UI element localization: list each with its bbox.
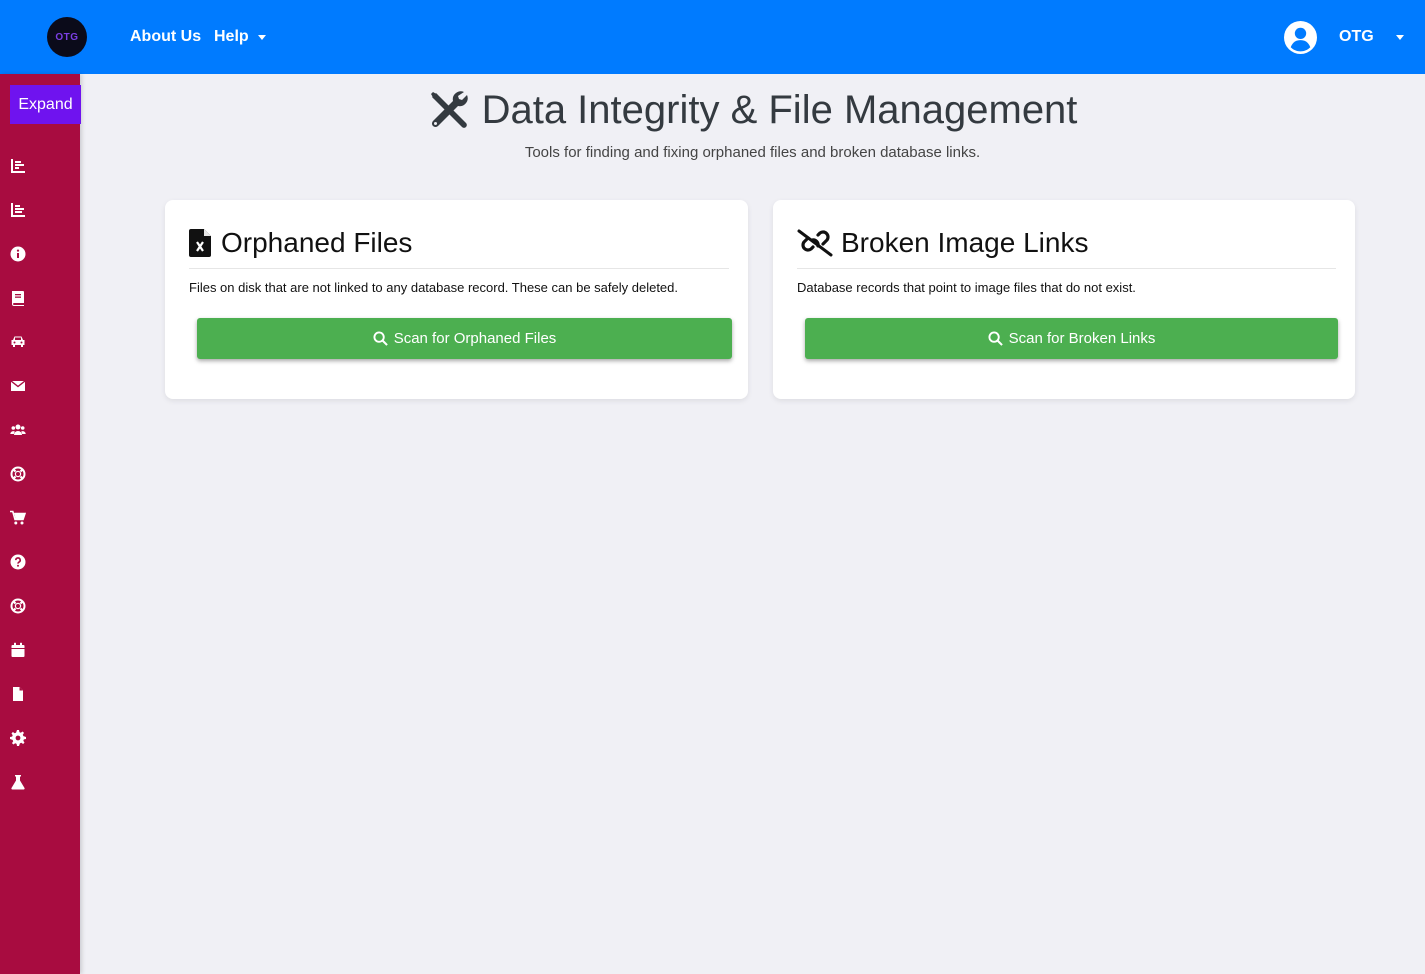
nav-help-dropdown[interactable]: Help [214,28,266,46]
car-icon[interactable] [9,333,27,351]
page-header: Data Integrity & File Management Tools f… [80,84,1425,161]
nav-help-label: Help [214,28,249,45]
file-icon[interactable] [9,685,27,703]
page-title: Data Integrity & File Management [428,84,1078,136]
card-divider [797,268,1336,269]
broken-image-links-title: Broken Image Links [797,227,1088,259]
book-icon[interactable] [9,289,27,307]
scan-orphaned-files-button[interactable]: Scan for Orphaned Files [197,318,732,359]
search-icon [988,331,1003,346]
orphaned-files-title-text: Orphaned Files [221,227,413,258]
sidebar: Expand [0,74,81,974]
chart-bar-icon[interactable] [9,201,27,219]
orphaned-files-title: Orphaned Files [189,227,412,259]
life-ring-icon[interactable] [9,465,27,483]
search-icon [373,331,388,346]
question-circle-icon[interactable] [9,553,27,571]
page-title-text: Data Integrity & File Management [481,87,1078,132]
info-circle-icon[interactable] [9,245,27,263]
nav-about-us[interactable]: About Us [130,28,201,46]
user-menu-name[interactable]: OTG [1339,28,1374,46]
broken-image-links-card: Broken Image Links Database records that… [773,200,1355,399]
sidebar-expand-button[interactable]: Expand [10,85,81,124]
chart-line-icon[interactable] [9,157,27,175]
file-excel-icon [189,229,211,257]
card-divider [189,268,729,269]
scan-broken-links-button[interactable]: Scan for Broken Links [805,318,1338,359]
users-icon[interactable] [9,421,27,439]
scan-broken-links-label: Scan for Broken Links [1008,330,1156,347]
scan-orphaned-files-label: Scan for Orphaned Files [393,330,557,347]
page-subtitle: Tools for finding and fixing orphaned fi… [524,144,981,161]
shopping-cart-icon[interactable] [9,509,27,527]
broken-image-links-title-text: Broken Image Links [841,227,1089,258]
tools-icon [430,91,468,128]
life-ring-icon[interactable] [9,597,27,615]
flask-icon[interactable] [9,773,27,791]
top-navbar: OTG About Us Help OTG [0,0,1425,74]
gear-icon[interactable] [9,729,27,747]
user-avatar-icon[interactable] [1284,21,1317,54]
logo-text: OTG [55,31,79,43]
envelope-icon[interactable] [9,377,27,395]
orphaned-files-card: Orphaned Files Files on disk that are no… [165,200,748,399]
unlink-icon [797,229,833,257]
logo[interactable]: OTG [47,17,87,57]
broken-image-links-description: Database records that point to image fil… [797,280,1136,295]
calendar-icon[interactable] [9,641,27,659]
orphaned-files-description: Files on disk that are not linked to any… [189,280,679,295]
user-menu-chevron-icon[interactable] [1396,35,1404,40]
chevron-down-icon [257,34,266,40]
